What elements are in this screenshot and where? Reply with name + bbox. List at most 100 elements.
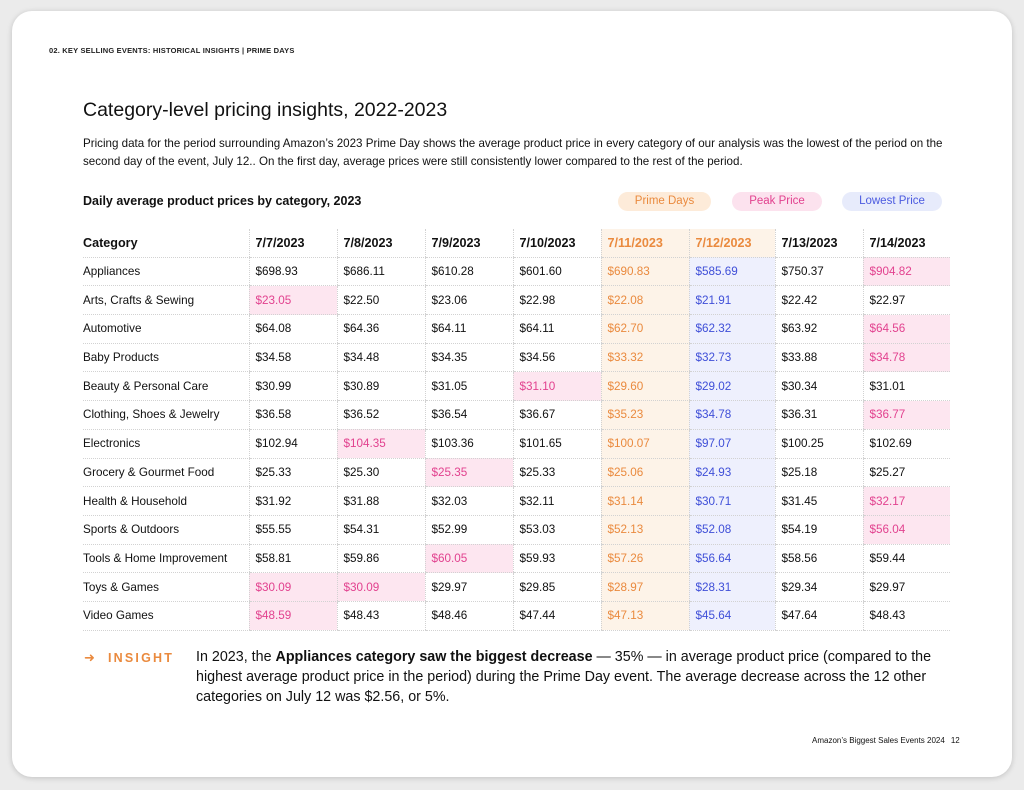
report-page: 02. KEY SELLING EVENTS: HISTORICAL INSIG… bbox=[12, 11, 1012, 777]
intro-paragraph: Pricing data for the period surrounding … bbox=[83, 137, 943, 168]
price-cell: $104.35 bbox=[336, 429, 425, 459]
price-cell: $30.89 bbox=[336, 371, 425, 402]
price-cell: $25.18 bbox=[774, 458, 863, 488]
price-cell: $601.60 bbox=[512, 257, 601, 287]
price-cell: $29.34 bbox=[774, 572, 863, 602]
price-cell: $36.54 bbox=[424, 400, 513, 430]
price-cell: $52.13 bbox=[600, 515, 689, 545]
price-cell: $54.19 bbox=[774, 515, 863, 545]
price-cell: $47.64 bbox=[774, 601, 863, 631]
footer-title: Amazon’s Biggest Sales Events 2024 bbox=[812, 736, 945, 745]
category-name: Baby Products bbox=[83, 343, 249, 373]
insight-text: In 2023, the Appliances category saw the… bbox=[196, 647, 956, 707]
category-name: Automotive bbox=[83, 314, 249, 344]
price-cell: $22.97 bbox=[862, 285, 950, 316]
price-cell: $64.08 bbox=[248, 314, 337, 344]
table-header-row: Category 7/7/2023 7/8/2023 7/9/2023 7/10/20… bbox=[83, 229, 950, 258]
price-cell: $36.31 bbox=[774, 400, 863, 430]
price-cell: $690.83 bbox=[600, 257, 689, 287]
price-cell: $55.55 bbox=[248, 515, 337, 545]
price-cell: $48.43 bbox=[336, 601, 425, 631]
price-cell: $52.08 bbox=[688, 515, 775, 545]
price-cell: $31.14 bbox=[600, 486, 689, 516]
category-name: Toys & Games bbox=[83, 572, 249, 602]
price-cell: $64.56 bbox=[862, 314, 950, 344]
price-cell: $31.45 bbox=[774, 486, 863, 516]
category-name: Beauty & Personal Care bbox=[83, 371, 249, 402]
table-row: Toys & Games $30.09 $30.09 $29.97 $29.85 $28.… bbox=[83, 572, 950, 602]
table-row: Electronics $102.94 $104.35 $103.36 $101.65 $… bbox=[83, 429, 950, 459]
price-cell: $47.44 bbox=[512, 601, 601, 631]
insight-text-bold: Appliances category saw the biggest decr… bbox=[275, 649, 593, 665]
category-name: Arts, Crafts & Sewing bbox=[83, 285, 249, 316]
price-cell: $33.88 bbox=[774, 343, 863, 373]
price-cell: $30.34 bbox=[774, 371, 863, 402]
price-cell: $58.81 bbox=[248, 544, 337, 574]
price-cell: $28.31 bbox=[688, 572, 775, 602]
price-cell: $36.52 bbox=[336, 400, 425, 430]
date-header: 7/9/2023 bbox=[424, 229, 513, 258]
table-row: Grocery & Gourmet Food $25.33 $25.30 $25.35… bbox=[83, 458, 950, 488]
date-header: 7/10/2023 bbox=[512, 229, 601, 258]
price-cell: $59.44 bbox=[862, 544, 950, 574]
price-cell: $34.78 bbox=[862, 343, 950, 373]
table-row: Video Games $48.59 $48.43 $48.46 $47.44 $47.1… bbox=[83, 601, 950, 631]
price-cell: $34.35 bbox=[424, 343, 513, 373]
price-cell: $32.11 bbox=[512, 486, 601, 516]
category-name: Clothing, Shoes & Jewelry bbox=[83, 400, 249, 430]
price-cell: $610.28 bbox=[424, 257, 513, 287]
price-cell: $25.35 bbox=[424, 458, 513, 488]
price-cell: $48.46 bbox=[424, 601, 513, 631]
price-cell: $29.85 bbox=[512, 572, 601, 602]
price-cell: $57.26 bbox=[600, 544, 689, 574]
price-cell: $34.58 bbox=[248, 343, 337, 373]
price-cell: $102.69 bbox=[862, 429, 950, 459]
price-cell: $103.36 bbox=[424, 429, 513, 459]
footer: Amazon’s Biggest Sales Events 2024 12 bbox=[812, 736, 960, 745]
price-cell: $750.37 bbox=[774, 257, 863, 287]
price-cell: $31.92 bbox=[248, 486, 337, 516]
table-title: Daily average product prices by category… bbox=[83, 194, 362, 208]
price-cell: $585.69 bbox=[688, 257, 775, 287]
price-cell: $32.73 bbox=[688, 343, 775, 373]
price-cell: $36.58 bbox=[248, 400, 337, 430]
price-cell: $101.65 bbox=[512, 429, 601, 459]
price-cell: $30.09 bbox=[336, 572, 425, 602]
price-cell: $60.05 bbox=[424, 544, 513, 574]
date-header: 7/13/2023 bbox=[774, 229, 863, 258]
table-row: Clothing, Shoes & Jewelry $36.58 $36.52 $36… bbox=[83, 400, 950, 430]
price-cell: $904.82 bbox=[862, 257, 950, 287]
page-number: 12 bbox=[950, 736, 960, 745]
price-cell: $22.98 bbox=[512, 285, 601, 316]
price-cell: $24.93 bbox=[688, 458, 775, 488]
price-cell: $30.99 bbox=[248, 371, 337, 402]
table-row: Tools & Home Improvement $58.81 $59.86 $60.… bbox=[83, 544, 950, 574]
arrow-right-icon: ➜ bbox=[84, 650, 95, 665]
category-name: Tools & Home Improvement bbox=[83, 544, 249, 574]
price-cell: $100.25 bbox=[774, 429, 863, 459]
price-cell: $63.92 bbox=[774, 314, 863, 344]
price-cell: $25.30 bbox=[336, 458, 425, 488]
price-cell: $56.64 bbox=[688, 544, 775, 574]
price-cell: $62.70 bbox=[600, 314, 689, 344]
table-row: Appliances $698.93 $686.11 $610.28 $601.60 $6… bbox=[83, 257, 950, 287]
price-cell: $29.97 bbox=[862, 572, 950, 602]
price-cell: $29.60 bbox=[600, 371, 689, 402]
date-header: 7/7/2023 bbox=[248, 229, 337, 258]
price-cell: $58.56 bbox=[774, 544, 863, 574]
price-cell: $97.07 bbox=[688, 429, 775, 459]
category-name: Health & Household bbox=[83, 486, 249, 516]
price-cell: $36.67 bbox=[512, 400, 601, 430]
price-cell: $29.97 bbox=[424, 572, 513, 602]
legend-lowest-price: Lowest Price bbox=[842, 192, 942, 211]
page-title: Category-level pricing insights, 2022-20… bbox=[83, 99, 448, 121]
price-cell: $29.02 bbox=[688, 371, 775, 402]
price-cell: $48.43 bbox=[862, 601, 950, 631]
price-cell: $53.03 bbox=[512, 515, 601, 545]
price-cell: $25.27 bbox=[862, 458, 950, 488]
table-row: Health & Household $31.92 $31.88 $32.03 $32.… bbox=[83, 486, 950, 516]
date-header: 7/14/2023 bbox=[862, 229, 950, 258]
date-header: 7/12/2023 bbox=[688, 229, 775, 258]
insight-text-before: In 2023, the bbox=[196, 649, 276, 665]
price-cell: $22.42 bbox=[774, 285, 863, 316]
